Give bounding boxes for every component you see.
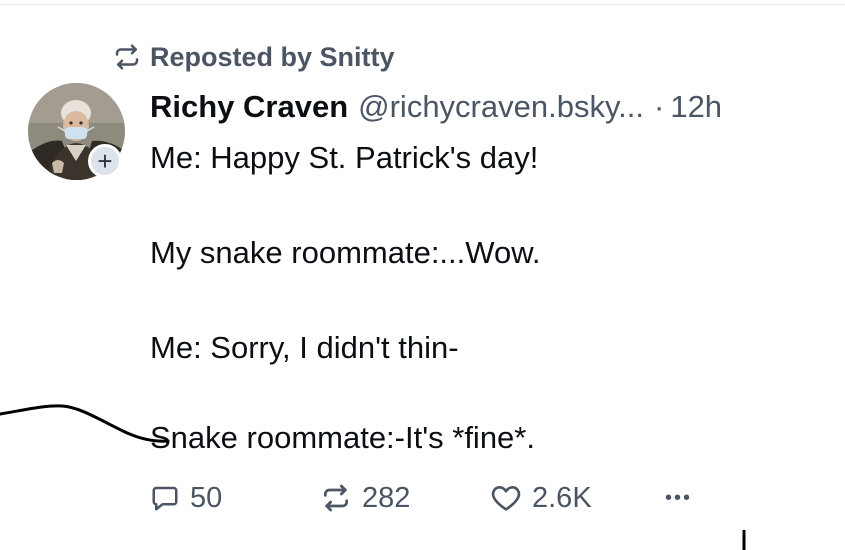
like-button[interactable]: 2.6K — [490, 478, 592, 518]
top-divider — [0, 4, 845, 5]
repost-count: 282 — [362, 481, 411, 514]
repost-icon — [324, 484, 348, 512]
post-actions: 50 282 2.6K ••• — [150, 478, 750, 518]
ellipsis-icon: ••• — [665, 486, 693, 509]
author-display-name[interactable]: Richy Craven — [150, 89, 348, 125]
separator-dot: · — [654, 89, 665, 124]
author-handle[interactable]: @richycraven.bsky... — [358, 89, 644, 125]
post-text-line: Me: Sorry, I didn't thin- — [150, 330, 459, 365]
repost-button[interactable]: 282 — [320, 478, 410, 518]
post-timestamp[interactable]: 12h — [670, 89, 722, 125]
repost-indicator[interactable]: Reposted by Snitty — [112, 40, 395, 74]
like-count: 2.6K — [532, 481, 592, 514]
hand-drawn-scribble — [0, 404, 746, 550]
post-text-line: Snake roommate:-It's *fine*. — [150, 420, 535, 455]
heart-icon — [491, 486, 521, 511]
more-options-button[interactable]: ••• — [665, 478, 692, 518]
follow-button[interactable]: + — [88, 144, 122, 178]
repost-icon — [112, 42, 142, 72]
reply-count: 50 — [190, 481, 223, 514]
plus-icon: + — [97, 146, 113, 176]
repost-label: Reposted by Snitty — [150, 41, 395, 72]
reply-button[interactable]: 50 — [150, 478, 222, 518]
reply-icon — [152, 486, 178, 511]
post-text-line: Me: Happy St. Patrick's day! — [150, 140, 539, 175]
post-header: Richy Craven @richycraven.bsky... · 12h — [150, 87, 722, 127]
post-text-line: My snake roommate:...Wow. — [150, 235, 541, 270]
